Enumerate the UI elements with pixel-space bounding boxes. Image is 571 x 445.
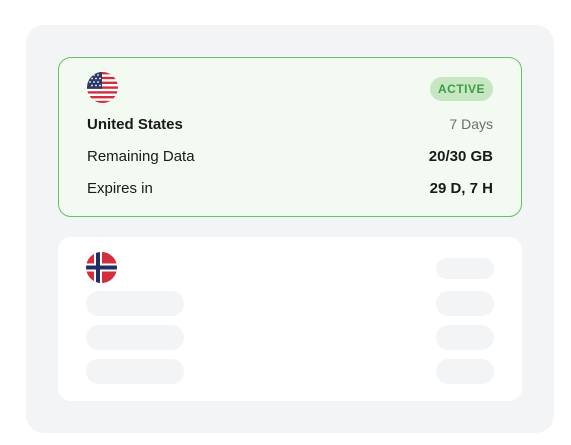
- skeleton-value: [436, 291, 494, 316]
- skeleton-line: [86, 359, 184, 384]
- status-badge: ACTIVE: [429, 77, 493, 101]
- skeleton-line: [86, 291, 184, 316]
- plan-header-row: United States 7 Days: [87, 114, 493, 134]
- skeleton-badge: [436, 258, 494, 279]
- expires-value: 29 D, 7 H: [429, 179, 493, 197]
- plan-duration: 7 Days: [449, 116, 493, 132]
- active-plan-card[interactable]: ACTIVE United States 7 Days Remaining Da…: [58, 57, 522, 217]
- expires-label: Expires in: [87, 179, 153, 197]
- country-name: United States: [87, 115, 183, 133]
- us-flag-icon: [87, 72, 118, 103]
- expires-row: Expires in 29 D, 7 H: [87, 178, 493, 198]
- remaining-data-label: Remaining Data: [87, 147, 195, 165]
- loading-plan-card: [58, 237, 522, 401]
- skeleton-value: [436, 325, 494, 350]
- remaining-data-row: Remaining Data 20/30 GB: [87, 146, 493, 166]
- remaining-data-value: 20/30 GB: [428, 147, 493, 165]
- norway-flag-icon: [86, 252, 117, 283]
- skeleton-value: [436, 359, 494, 384]
- skeleton-line: [86, 325, 184, 350]
